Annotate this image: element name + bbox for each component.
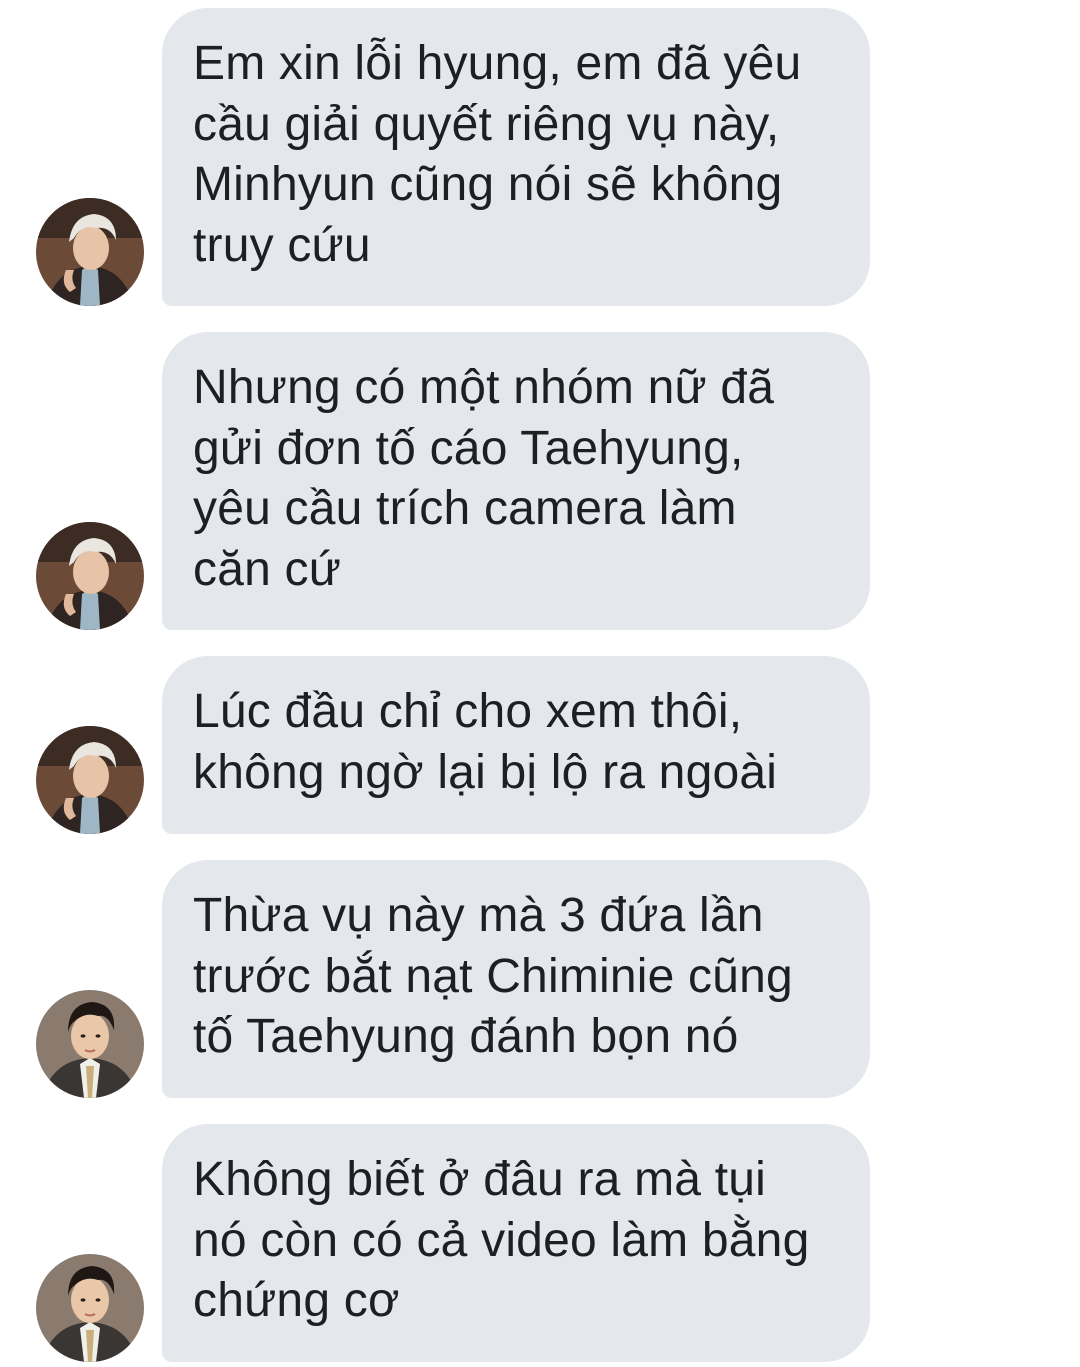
message-bubble[interactable]: Thừa vụ này mà 3 đứa lần trước bắt nạt C… [162,860,870,1098]
sender-avatar-light-hair[interactable] [36,726,144,834]
message-text: Em xin lỗi hyung, em đã yêu cầu giải quy… [193,37,802,272]
avatar-dark-hair-icon [36,1254,144,1362]
avatar-dark-hair-icon [36,990,144,1098]
message-text: Không biết ở đâu ra mà tụi nó còn có cả … [193,1153,810,1327]
message-bubble[interactable]: Em xin lỗi hyung, em đã yêu cầu giải quy… [162,8,870,306]
message-bubble[interactable]: Lúc đầu chỉ cho xem thôi, không ngờ lại … [162,656,870,834]
sender-avatar-light-hair[interactable] [36,198,144,306]
message-bubble[interactable]: Nhưng có một nhóm nữ đã gửi đơn tố cáo T… [162,332,870,630]
avatar-light-hair-icon [36,198,144,306]
message-bubble[interactable]: Không biết ở đâu ra mà tụi nó còn có cả … [162,1124,870,1362]
message-text: Thừa vụ này mà 3 đứa lần trước bắt nạt C… [193,889,793,1063]
avatar-light-hair-icon [36,726,144,834]
sender-avatar-light-hair[interactable] [36,522,144,630]
sender-avatar-dark-hair[interactable] [36,1254,144,1362]
avatar-light-hair-icon [36,522,144,630]
message-text: Lúc đầu chỉ cho xem thôi, không ngờ lại … [193,685,778,799]
message-text: Nhưng có một nhóm nữ đã gửi đơn tố cáo T… [193,361,775,596]
message-thread: Em xin lỗi hyung, em đã yêu cầu giải quy… [0,0,1080,1367]
sender-avatar-dark-hair[interactable] [36,990,144,1098]
